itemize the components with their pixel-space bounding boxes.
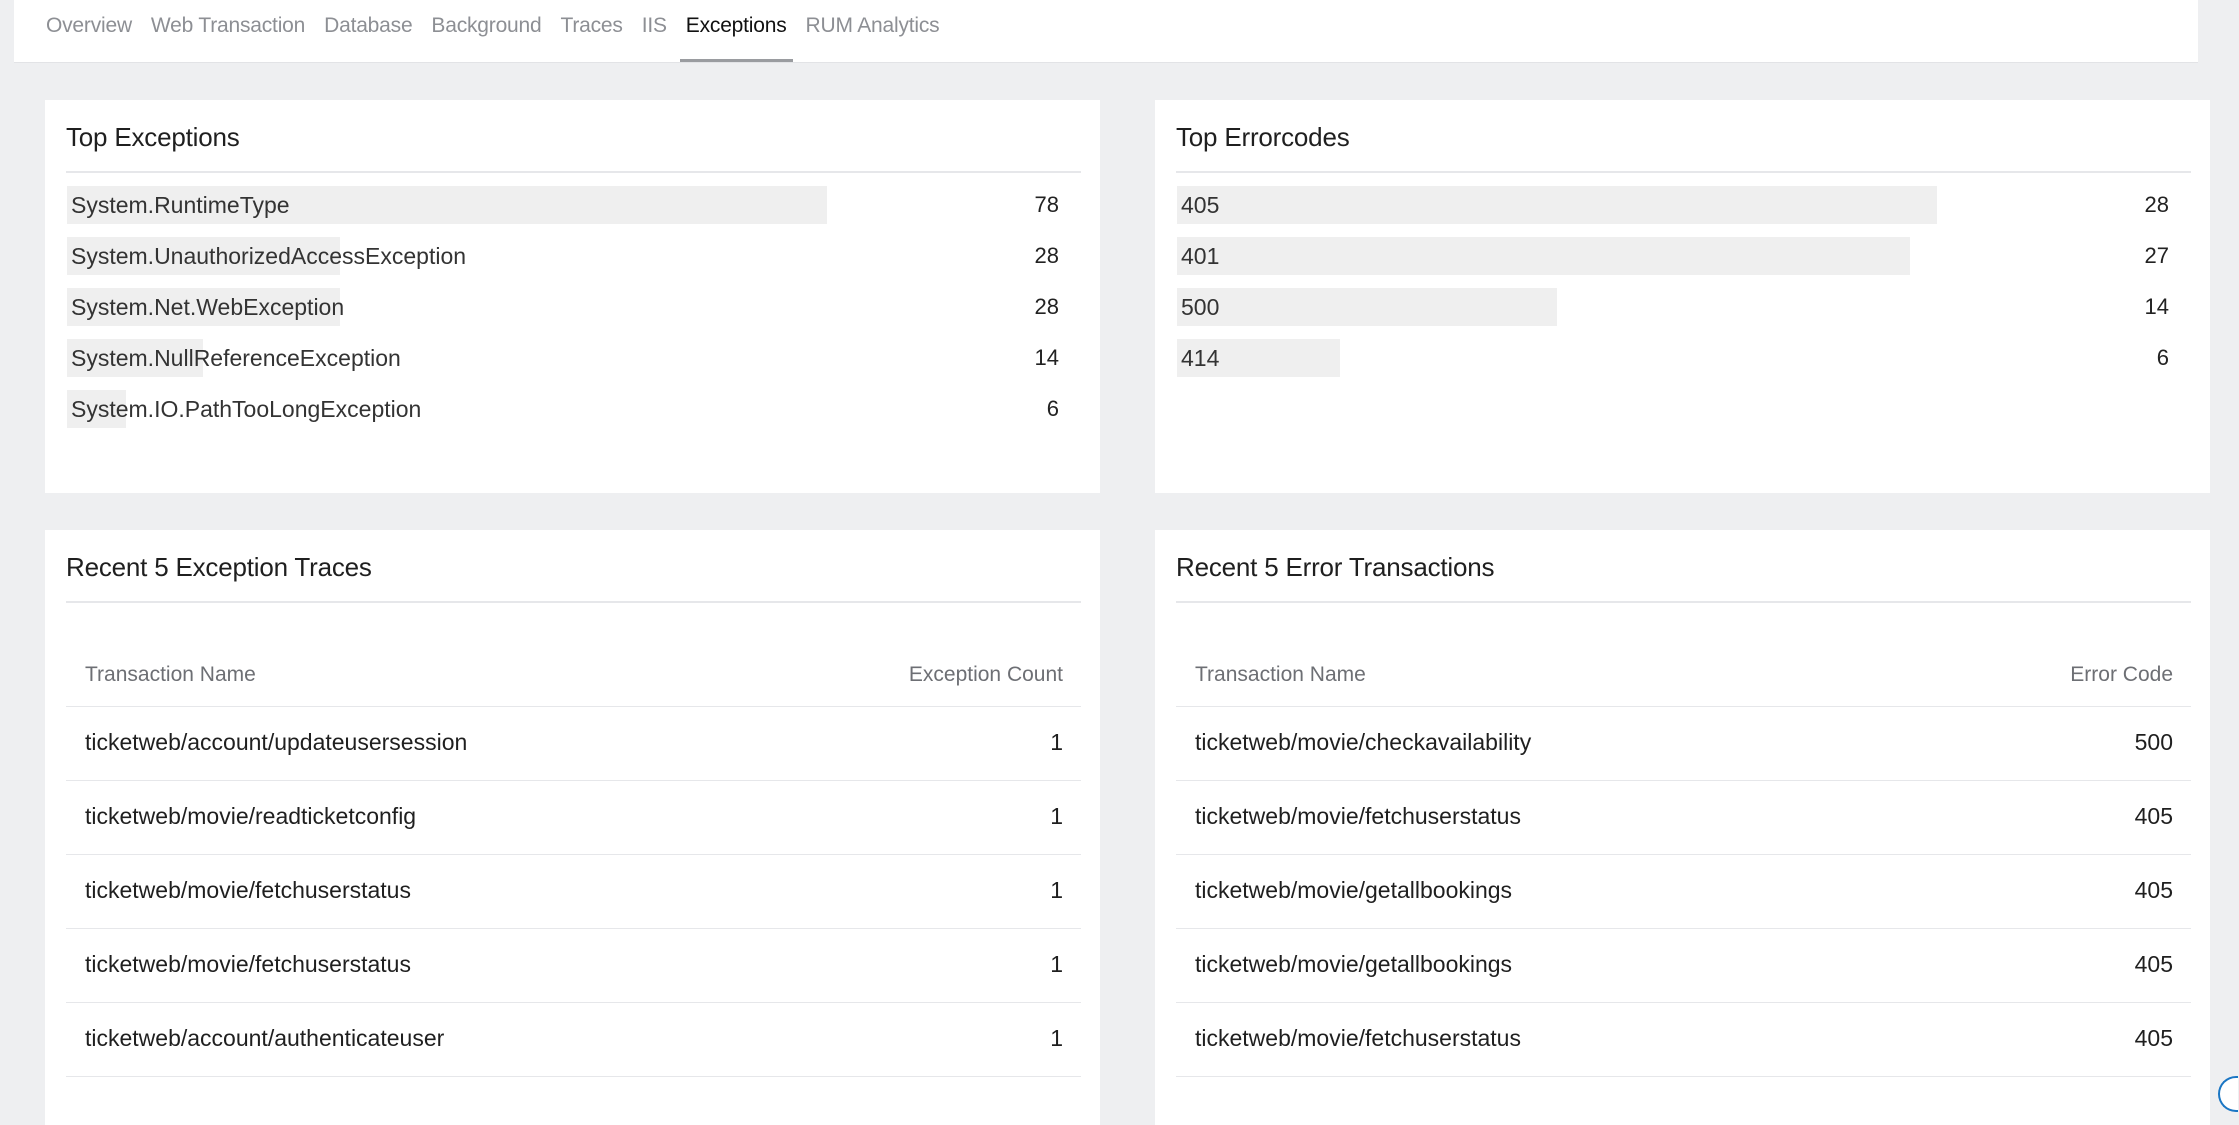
exception-count-cell: 1: [1050, 877, 1063, 903]
tab-exceptions[interactable]: Exceptions: [679, 0, 793, 62]
exception-row[interactable]: System.NullReferenceException 14: [67, 339, 1067, 390]
column-header-transaction-name[interactable]: Transaction Name: [1195, 663, 1366, 706]
error-code-cell: 405: [2134, 1025, 2173, 1051]
transaction-name-link[interactable]: ticketweb/movie/getallbookings: [1195, 951, 1512, 1002]
tab-iis[interactable]: IIS: [642, 0, 667, 62]
transaction-name-link[interactable]: ticketweb/account/authenticateuser: [85, 1025, 444, 1076]
exception-name: System.Net.WebException: [71, 294, 345, 320]
top-errorcodes-title: Top Errorcodes: [1176, 122, 2191, 173]
errorcode-row[interactable]: 414 6: [1177, 339, 2177, 390]
table-header: Transaction Name Exception Count: [66, 630, 1081, 707]
errorcode-bar: [1177, 288, 1557, 326]
transaction-name-link[interactable]: ticketweb/movie/fetchuserstatus: [85, 951, 411, 1002]
tab-traces[interactable]: Traces: [561, 0, 623, 62]
errorcode-row[interactable]: 405 28: [1177, 186, 2177, 237]
errorcode-count: 28: [2144, 192, 2169, 217]
top-errorcodes-list: 405 28 401 27 500 14 414 6: [1177, 186, 2177, 390]
recent-exception-traces-card: Recent 5 Exception Traces Transaction Na…: [45, 530, 1100, 1125]
error-code-cell: 500: [2134, 729, 2173, 755]
tab-background[interactable]: Background: [431, 0, 541, 62]
tab-web-transaction[interactable]: Web Transaction: [151, 0, 305, 62]
column-header-error-code[interactable]: Error Code: [2070, 663, 2173, 706]
transaction-name-link[interactable]: ticketweb/movie/getallbookings: [1195, 877, 1512, 928]
transaction-name-link[interactable]: ticketweb/movie/readticketconfig: [85, 803, 416, 854]
exception-count: 14: [1034, 345, 1059, 370]
table-row[interactable]: ticketweb/account/authenticateuser 1: [66, 1003, 1081, 1077]
error-code-cell: 405: [2134, 877, 2173, 903]
top-exceptions-list: System.RuntimeType 78 System.Unauthorize…: [67, 186, 1067, 441]
exception-count: 78: [1034, 192, 1059, 217]
tab-database[interactable]: Database: [324, 0, 412, 62]
table-row[interactable]: ticketweb/movie/readticketconfig 1: [66, 781, 1081, 855]
exception-count-cell: 1: [1050, 803, 1063, 829]
top-exceptions-title: Top Exceptions: [66, 122, 1081, 173]
top-errorcodes-card: Top Errorcodes 405 28 401 27 500 14 414 …: [1155, 100, 2210, 493]
error-code-cell: 405: [2134, 951, 2173, 977]
error-transactions-table: Transaction Name Error Code ticketweb/mo…: [1176, 630, 2191, 1077]
table-row[interactable]: ticketweb/movie/getallbookings 405: [1176, 855, 2191, 929]
help-widget-icon[interactable]: [2218, 1076, 2238, 1112]
transaction-name-link[interactable]: ticketweb/movie/checkavailability: [1195, 729, 1531, 780]
exception-row[interactable]: System.RuntimeType 78: [67, 186, 1067, 237]
recent-error-transactions-card: Recent 5 Error Transactions Transaction …: [1155, 530, 2210, 1125]
errorcode-count: 27: [2144, 243, 2169, 268]
errorcode-count: 6: [2156, 345, 2169, 370]
exception-name: System.UnauthorizedAccessException: [71, 243, 467, 269]
exception-name: System.RuntimeType: [71, 192, 290, 218]
table-row[interactable]: ticketweb/movie/getallbookings 405: [1176, 929, 2191, 1003]
table-header: Transaction Name Error Code: [1176, 630, 2191, 707]
recent-exception-traces-title: Recent 5 Exception Traces: [66, 552, 1081, 603]
tab-rum-analytics[interactable]: RUM Analytics: [806, 0, 940, 62]
errorcode-bar: [1177, 186, 1937, 224]
table-row[interactable]: ticketweb/movie/fetchuserstatus 1: [66, 929, 1081, 1003]
exception-row[interactable]: System.UnauthorizedAccessException 28: [67, 237, 1067, 288]
table-row[interactable]: ticketweb/movie/checkavailability 500: [1176, 707, 2191, 781]
transaction-name-link[interactable]: ticketweb/account/updateusersession: [85, 729, 467, 780]
exception-count: 28: [1034, 243, 1059, 268]
exception-count-cell: 1: [1050, 729, 1063, 755]
column-header-transaction-name[interactable]: Transaction Name: [85, 663, 256, 706]
tab-bar: Overview Web Transaction Database Backgr…: [14, 0, 2198, 62]
top-exceptions-card: Top Exceptions System.RuntimeType 78 Sys…: [45, 100, 1100, 493]
errorcode-name: 401: [1181, 243, 1220, 269]
errorcode-row[interactable]: 500 14: [1177, 288, 2177, 339]
exception-name: System.NullReferenceException: [71, 345, 401, 371]
exception-count: 28: [1034, 294, 1059, 319]
errorcode-name: 500: [1181, 294, 1220, 320]
transaction-name-link[interactable]: ticketweb/movie/fetchuserstatus: [85, 877, 411, 928]
errorcode-name: 414: [1181, 345, 1220, 371]
top-nav-bar: Overview Web Transaction Database Backgr…: [14, 0, 2198, 63]
exception-row[interactable]: System.Net.WebException 28: [67, 288, 1067, 339]
exception-name: System.IO.PathTooLongException: [71, 396, 422, 422]
exception-traces-table: Transaction Name Exception Count ticketw…: [66, 630, 1081, 1077]
recent-error-transactions-title: Recent 5 Error Transactions: [1176, 552, 2191, 603]
table-row[interactable]: ticketweb/movie/fetchuserstatus 1: [66, 855, 1081, 929]
tab-overview[interactable]: Overview: [46, 0, 132, 62]
errorcode-row[interactable]: 401 27: [1177, 237, 2177, 288]
exception-count-cell: 1: [1050, 951, 1063, 977]
exception-count-cell: 1: [1050, 1025, 1063, 1051]
exception-count: 6: [1046, 396, 1059, 421]
table-row[interactable]: ticketweb/movie/fetchuserstatus 405: [1176, 1003, 2191, 1077]
errorcode-bar: [1177, 237, 1910, 275]
table-row[interactable]: ticketweb/movie/fetchuserstatus 405: [1176, 781, 2191, 855]
transaction-name-link[interactable]: ticketweb/movie/fetchuserstatus: [1195, 1025, 1521, 1076]
table-row[interactable]: ticketweb/account/updateusersession 1: [66, 707, 1081, 781]
error-code-cell: 405: [2134, 803, 2173, 829]
transaction-name-link[interactable]: ticketweb/movie/fetchuserstatus: [1195, 803, 1521, 854]
errorcode-name: 405: [1181, 192, 1220, 218]
column-header-exception-count[interactable]: Exception Count: [909, 663, 1063, 706]
errorcode-count: 14: [2144, 294, 2169, 319]
exception-row[interactable]: System.IO.PathTooLongException 6: [67, 390, 1067, 441]
